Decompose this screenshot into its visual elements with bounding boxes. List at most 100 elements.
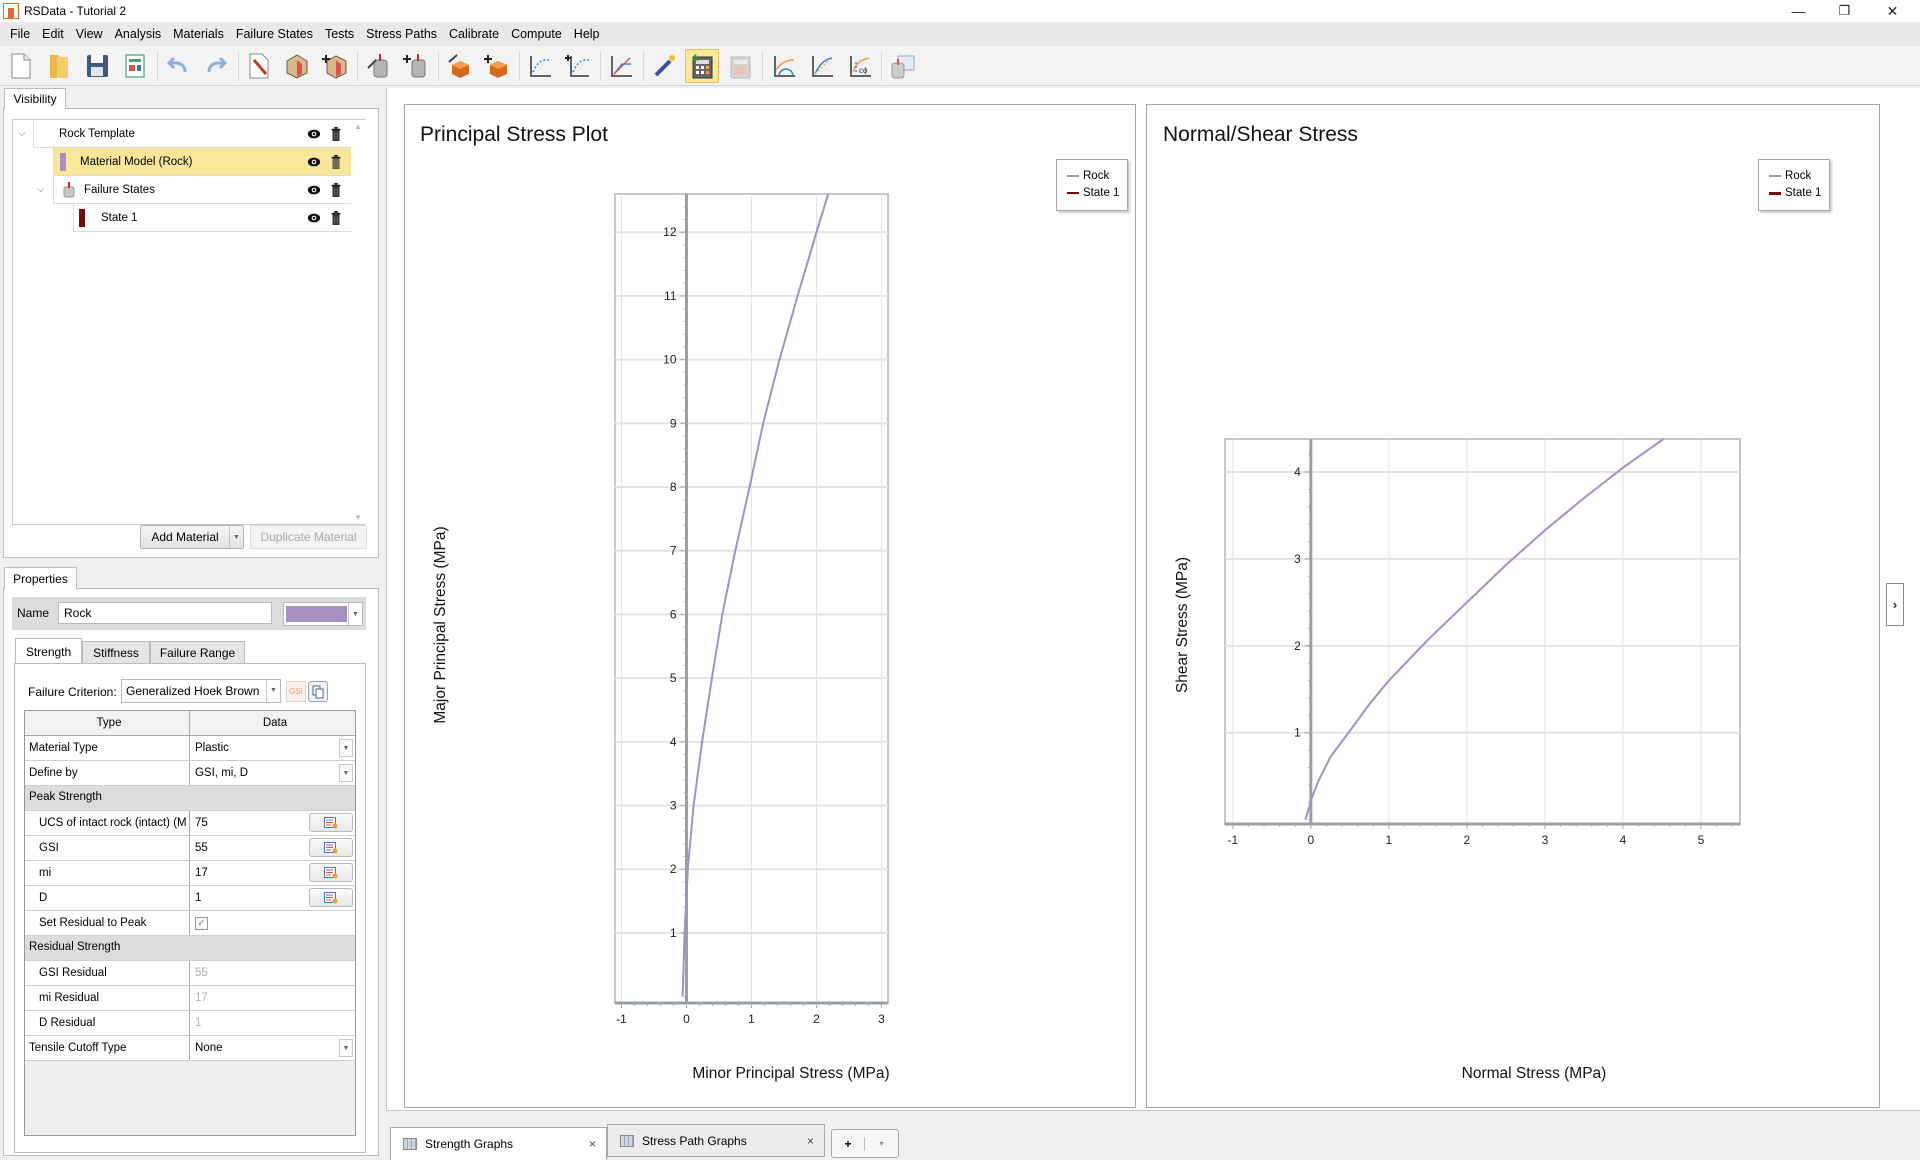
edit-material-button[interactable] <box>280 49 314 83</box>
chevron-down-icon[interactable]: ▼ <box>339 739 353 757</box>
chevron-down-icon[interactable]: ▼ <box>339 764 353 782</box>
trash-icon[interactable] <box>330 155 342 169</box>
eye-icon[interactable] <box>307 211 321 225</box>
gsi-calculator-button[interactable]: GSI <box>286 681 306 702</box>
c-phi-plot-button[interactable]: cϕ <box>842 49 876 83</box>
side-panel-toggle[interactable]: › <box>1886 583 1904 626</box>
add-failure-state-button[interactable] <box>399 49 433 83</box>
grid-row[interactable]: D Residual 1 <box>25 1011 355 1036</box>
scroll-up-arrow-icon[interactable]: ▲ <box>354 122 362 131</box>
tab-strength-graphs[interactable]: Strength Graphs × <box>390 1127 607 1160</box>
grid-cell-data[interactable]: 1 <box>191 1011 355 1035</box>
undo-button[interactable] <box>161 49 195 83</box>
grid-row[interactable]: Tensile Cutoff Type None ▼ <box>25 1036 355 1061</box>
tab-properties[interactable]: Properties <box>4 567 77 589</box>
grid-row[interactable]: Set Residual to Peak ✓ <box>25 911 355 936</box>
new-file-button[interactable] <box>4 49 38 83</box>
tab-failure-range[interactable]: Failure Range <box>150 641 245 663</box>
save-button[interactable] <box>80 49 114 83</box>
failure-criterion-select[interactable]: Generalized Hoek Brown ▼ <box>121 679 281 703</box>
menu-tests[interactable]: Tests <box>319 27 360 41</box>
grid-row[interactable]: D1 <box>25 886 355 911</box>
grid-cell-data[interactable]: ✓ <box>191 911 355 935</box>
grid-cell-data[interactable]: 17 <box>191 861 355 885</box>
add-stress-path-button[interactable] <box>561 49 595 83</box>
eye-icon[interactable] <box>307 127 321 141</box>
grid-cell-data[interactable]: 17 <box>191 986 355 1010</box>
menu-calibrate[interactable]: Calibrate <box>443 27 505 41</box>
export-data-button[interactable] <box>885 49 919 83</box>
trash-icon[interactable] <box>330 211 342 225</box>
report-button[interactable] <box>118 49 152 83</box>
close-tab-icon[interactable]: × <box>807 1134 814 1148</box>
duplicate-material-button[interactable]: Duplicate Material <box>250 525 367 549</box>
mohr-circle-plot-button[interactable] <box>766 49 800 83</box>
statistics-button[interactable] <box>309 863 353 882</box>
close-button[interactable]: ✕ <box>1870 0 1915 22</box>
tab-strength[interactable]: Strength <box>15 638 82 664</box>
close-tab-icon[interactable]: × <box>589 1137 596 1151</box>
eye-icon[interactable] <box>307 183 321 197</box>
add-material-button[interactable]: Add Material ▼ <box>140 525 244 549</box>
grid-cell-data[interactable]: GSI, mi, D ▼ <box>191 761 355 785</box>
menu-file[interactable]: File <box>4 27 36 41</box>
grid-cell-data[interactable]: Plastic ▼ <box>191 736 355 760</box>
eye-icon[interactable] <box>307 155 321 169</box>
strength-envelope-plot-button[interactable] <box>804 49 838 83</box>
minimize-button[interactable]: — <box>1776 0 1821 22</box>
menu-stress-paths[interactable]: Stress Paths <box>360 27 443 41</box>
trash-icon[interactable] <box>330 127 342 141</box>
statistics-button[interactable] <box>309 888 353 907</box>
menu-materials[interactable]: Materials <box>167 27 230 41</box>
add-tab-button[interactable]: + <box>832 1136 866 1151</box>
edit-failure-state-button[interactable] <box>361 49 395 83</box>
grid-row[interactable]: GSI Residual 55 <box>25 961 355 986</box>
copy-button[interactable] <box>308 681 328 702</box>
statistics-button[interactable] <box>309 813 353 832</box>
calculator-disabled-button[interactable] <box>723 49 757 83</box>
grid-row[interactable]: Material Type Plastic ▼ <box>25 736 355 761</box>
chevron-down-icon[interactable]: ▼ <box>339 1039 353 1057</box>
grid-row[interactable]: mi Residual 17 <box>25 986 355 1011</box>
grid-cell-data[interactable]: 55 <box>191 836 355 860</box>
grid-cell-data[interactable]: 75 <box>191 811 355 835</box>
trash-icon[interactable] <box>330 183 342 197</box>
material-color-picker[interactable]: ▼ <box>283 602 363 626</box>
tree-scrollbar[interactable]: ▲ ▼ <box>351 120 365 524</box>
tab-stress-path-graphs[interactable]: Stress Path Graphs × <box>607 1124 825 1157</box>
tab-visibility[interactable]: Visibility <box>4 88 66 109</box>
calculator-button[interactable]: A <box>685 48 719 83</box>
grid-cell-data[interactable]: 55 <box>191 961 355 985</box>
menu-view[interactable]: View <box>70 27 109 41</box>
grid-cell-data[interactable]: 1 <box>191 886 355 910</box>
project-settings-button[interactable] <box>242 49 276 83</box>
collapse-chevron-icon[interactable]: ⌵ <box>18 128 26 139</box>
edit-test-button[interactable] <box>442 49 476 83</box>
menu-failure-states[interactable]: Failure States <box>230 27 319 41</box>
grid-cell-data[interactable]: None ▼ <box>191 1036 355 1060</box>
menu-analysis[interactable]: Analysis <box>109 27 168 41</box>
menu-help[interactable]: Help <box>568 27 606 41</box>
menu-compute[interactable]: Compute <box>505 27 568 41</box>
edit-calibration-button[interactable] <box>604 49 638 83</box>
add-material-button[interactable] <box>318 49 352 83</box>
normal-shear-plot[interactable]: -1 0 1 2 3 4 5 1 2 3 4 Normal Stress (MPa) Shear Str… <box>1147 105 1881 1109</box>
add-test-button[interactable] <box>480 49 514 83</box>
collapse-chevron-icon[interactable]: ⌵ <box>37 184 45 195</box>
grid-row[interactable]: UCS of intact rock (intact) (M 75 <box>25 811 355 836</box>
add-material-dropdown-icon[interactable]: ▼ <box>229 526 243 548</box>
open-button[interactable] <box>42 49 76 83</box>
redo-button[interactable] <box>199 49 233 83</box>
tab-stiffness[interactable]: Stiffness <box>82 641 150 663</box>
checkbox[interactable]: ✓ <box>195 916 208 930</box>
scroll-down-arrow-icon[interactable]: ▼ <box>354 513 362 522</box>
restore-button[interactable]: ❐ <box>1822 0 1867 22</box>
auto-fit-button[interactable] <box>647 49 681 83</box>
tab-list-dropdown[interactable]: ▾ <box>865 1139 898 1148</box>
principal-stress-plot[interactable]: -1 0 1 2 3123456789101112Minor Principal Str… <box>405 105 1137 1109</box>
grid-row[interactable]: mi 17 <box>25 861 355 886</box>
material-name-input[interactable]: Rock <box>58 602 272 624</box>
grid-row[interactable]: Define by GSI, mi, D ▼ <box>25 761 355 786</box>
menu-edit[interactable]: Edit <box>36 27 70 41</box>
edit-stress-path-button[interactable] <box>523 49 557 83</box>
